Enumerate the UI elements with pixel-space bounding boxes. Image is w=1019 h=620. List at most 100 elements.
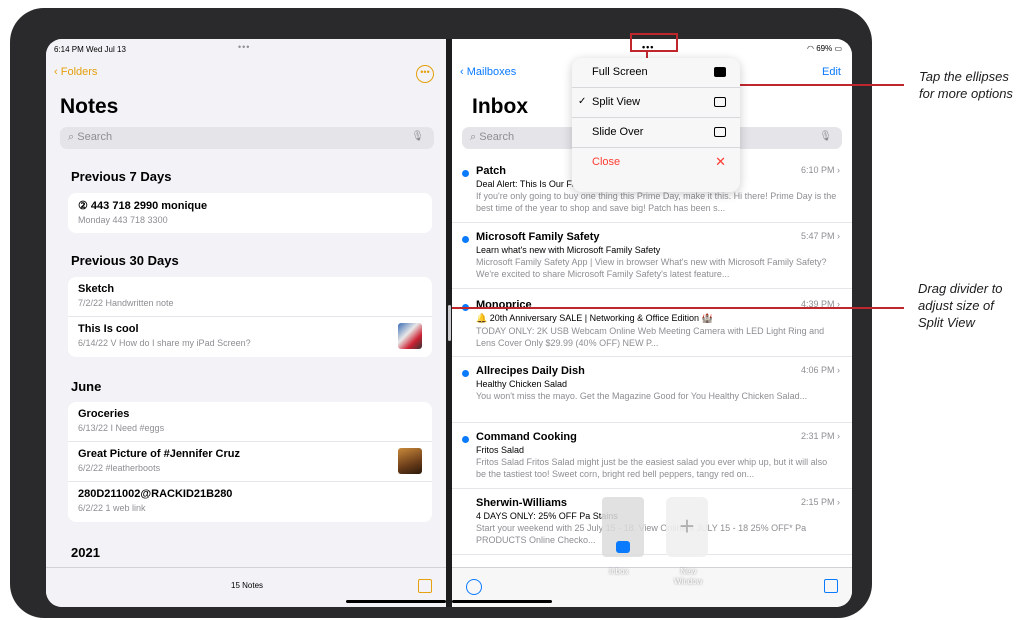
mail-item[interactable]: Monoprice 4:39 PM › 🔔 20th Anniversary S… (452, 295, 852, 357)
callout-ellipses: Tap the ellipses for more options (919, 69, 1013, 101)
inbox-window-label: Inbox (609, 567, 629, 576)
ellipses-highlight (630, 33, 678, 52)
menu-full-screen[interactable]: Full Screen (572, 58, 740, 88)
microphone-icon[interactable]: 🎙 (411, 131, 424, 142)
mail-time-text: 2:15 PM (800, 497, 835, 507)
split-view-icon (714, 97, 726, 107)
section-previous-30-days: Previous 30 Days (71, 253, 179, 268)
mail-item[interactable]: Allrecipes Daily Dish 4:06 PM › Healthy … (452, 361, 852, 423)
mail-sender: Command Cooking (476, 431, 577, 443)
filter-icon[interactable] (466, 579, 482, 595)
wifi-icon: ◠ (807, 44, 817, 53)
note-item[interactable]: ② 443 718 2990 monique Monday 443 718 33… (68, 193, 432, 233)
notes-card-previous-30: Sketch 7/2/22 Handwritten note This Is c… (68, 277, 432, 357)
search-icon: ⌕ (470, 131, 477, 143)
mail-time: 4:06 PM › (800, 365, 840, 375)
mail-time: 5:47 PM › (800, 231, 840, 241)
menu-close-label: Close (592, 156, 621, 168)
notes-card-previous-7: ② 443 718 2990 monique Monday 443 718 33… (68, 193, 432, 233)
notes-count: 15 Notes (231, 581, 264, 590)
compose-mail-icon[interactable] (824, 579, 838, 593)
battery-icon: ▭ (832, 44, 842, 53)
note-title: Great Picture of #Jennifer Cruz (78, 448, 240, 460)
note-title: Sketch (78, 283, 115, 295)
note-thumbnail (398, 448, 422, 474)
mail-sender: Allrecipes Daily Dish (476, 365, 585, 377)
note-item[interactable]: Groceries 6/13/22 I Need #eggs (68, 402, 432, 442)
mail-subject: Learn what's new with Microsoft Family S… (476, 245, 661, 255)
mail-time-text: 2:31 PM (800, 431, 835, 441)
note-item[interactable]: This Is cool 6/14/22 V How do I share my… (68, 317, 432, 357)
mail-item[interactable]: Microsoft Family Safety 5:47 PM › Learn … (452, 227, 852, 289)
section-previous-7-days: Previous 7 Days (71, 169, 172, 184)
notes-card-june: Groceries 6/13/22 I Need #eggs Great Pic… (68, 402, 432, 522)
note-subtitle: 7/2/22 Handwritten note (78, 298, 174, 308)
notes-pane: 6:14 PM Wed Jul 13 ••• ‹ Folders ••• Not… (46, 39, 446, 607)
notes-search-field[interactable]: ⌕ Search 🎙 (60, 127, 434, 149)
note-title: ② 443 718 2990 monique (78, 199, 422, 212)
note-item[interactable]: Great Picture of #Jennifer Cruz 6/2/22 #… (68, 442, 432, 482)
menu-split-view[interactable]: ✓ Split View (572, 88, 740, 118)
mail-sender: Microsoft Family Safety (476, 231, 600, 243)
checkmark-icon: ✓ (578, 96, 587, 107)
mail-preview: Fritos Salad Fritos Salad might just be … (476, 457, 828, 479)
mail-time-text: 4:06 PM (800, 365, 835, 375)
note-subtitle: Monday 443 718 3300 (78, 215, 168, 225)
new-window-label: New Window (674, 567, 703, 586)
battery-percent: 69% (816, 44, 833, 53)
mail-app-icon (616, 541, 630, 553)
unread-dot (462, 370, 469, 377)
mail-time-text: 6:10 PM (800, 165, 835, 175)
inbox-title: Inbox (472, 95, 528, 118)
window-switcher: Inbox + New Window (602, 497, 732, 587)
mail-preview: You won't miss the mayo. Get the Magazin… (476, 391, 808, 401)
home-indicator-left (346, 600, 446, 603)
note-title-text: 443 718 2990 monique (90, 200, 208, 212)
mail-preview: Microsoft Family Safety App | View in br… (476, 257, 827, 279)
new-window-button[interactable]: + (666, 497, 708, 557)
edit-button[interactable]: Edit (822, 66, 841, 78)
folders-back-button[interactable]: ‹ Folders (54, 66, 97, 78)
folders-label: Folders (60, 66, 98, 78)
mailboxes-back-button[interactable]: ‹ Mailboxes (460, 66, 516, 78)
note-title: 280D211002@RACKID21B280 (78, 488, 233, 500)
status-time: 6:14 PM Wed Jul 13 (54, 45, 126, 54)
section-2021: 2021 (71, 545, 100, 560)
callout-divider: Drag divider to adjust size of Split Vie… (918, 281, 1003, 330)
menu-slide-over-label: Slide Over (592, 126, 644, 138)
multitasking-menu: Full Screen ✓ Split View Slide Over Clos… (572, 58, 740, 192)
ipad-frame: 6:14 PM Wed Jul 13 ••• ‹ Folders ••• Not… (10, 8, 872, 618)
ipad-screen: 6:14 PM Wed Jul 13 ••• ‹ Folders ••• Not… (46, 39, 852, 607)
menu-split-view-label: Split View (592, 96, 641, 108)
note-item[interactable]: Sketch 7/2/22 Handwritten note (68, 277, 432, 317)
more-options-icon[interactable]: ••• (416, 65, 434, 83)
mail-time: 2:31 PM › (800, 431, 840, 441)
mail-sender: Monoprice (476, 299, 532, 311)
note-subtitle: 6/14/22 V How do I share my iPad Screen? (78, 338, 251, 348)
unread-dot (462, 236, 469, 243)
multitask-dots-notes[interactable]: ••• (238, 42, 250, 52)
unread-dot (462, 436, 469, 443)
mail-time-text: 5:47 PM (800, 231, 835, 241)
notes-toolbar: 15 Notes (46, 567, 446, 607)
microphone-icon[interactable]: 🎙 (819, 131, 832, 142)
home-indicator-right (452, 600, 552, 603)
close-icon: ✕ (715, 154, 726, 169)
mail-preview: TODAY ONLY: 2K USB Webcam Online Web Mee… (476, 326, 825, 348)
section-june: June (71, 379, 102, 394)
mail-item[interactable]: Command Cooking 2:31 PM › Fritos Salad F… (452, 427, 852, 489)
notes-title: Notes (60, 95, 119, 118)
note-subtitle: 6/13/22 I Need #eggs (78, 423, 165, 433)
note-item[interactable]: 280D211002@RACKID21B280 6/2/22 1 web lin… (68, 482, 432, 522)
divider-handle[interactable] (448, 305, 451, 341)
mail-subject: Fritos Salad (476, 445, 525, 455)
mailboxes-label: Mailboxes (466, 66, 517, 78)
compose-note-icon[interactable] (418, 579, 432, 593)
note-subtitle: 6/2/22 #leatherboots (78, 463, 161, 473)
mail-subject: Healthy Chicken Salad (476, 379, 568, 389)
menu-close[interactable]: Close ✕ (572, 148, 740, 178)
mail-pane: ••• ◠ 69% ▭ ‹ Mailboxes Edit Inbox ⌕ Sea… (452, 39, 852, 607)
mail-preview: If you're only going to buy one thing th… (476, 191, 837, 213)
note-title: This Is cool (78, 323, 139, 335)
menu-slide-over[interactable]: Slide Over (572, 118, 740, 148)
